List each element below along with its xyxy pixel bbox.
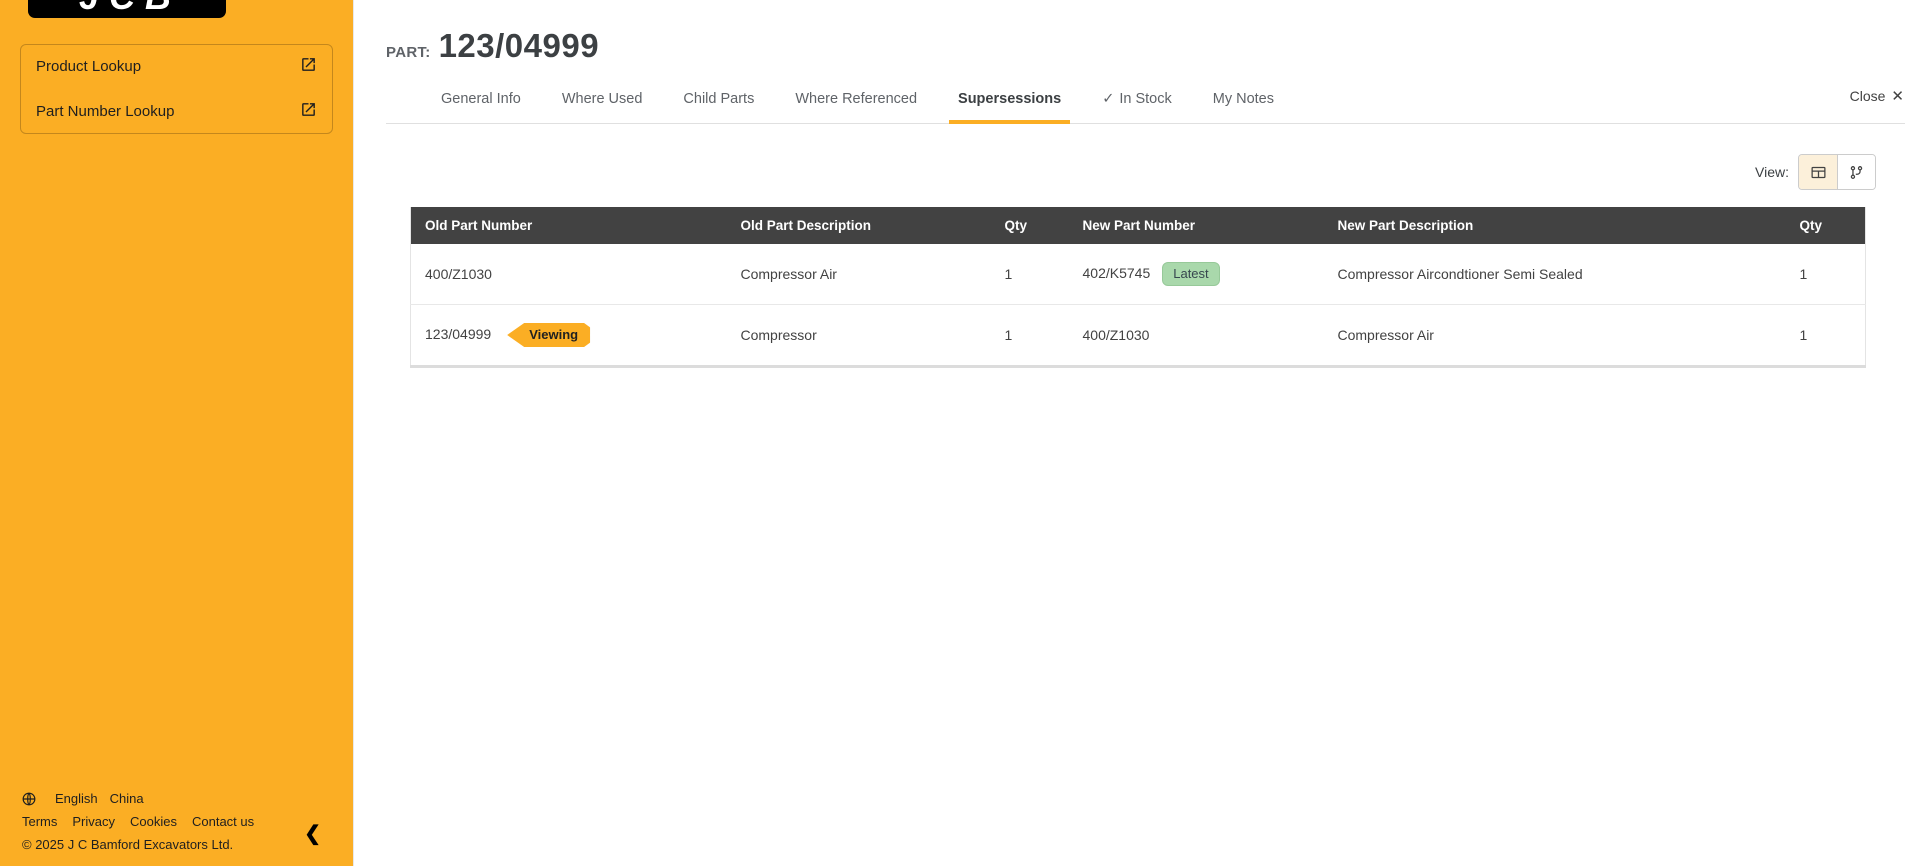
table-view-icon (1810, 166, 1826, 178)
tab-where-used[interactable]: Where Used (562, 81, 643, 123)
view-toggle-group (1798, 154, 1876, 190)
qty-cell: 1 (1785, 244, 1866, 305)
jcb-logo: JCB (28, 0, 226, 18)
table-row: 400/Z1030 Compressor Air 1 402/K5745 Late… (410, 244, 1866, 305)
tab-general-info[interactable]: General Info (441, 81, 521, 123)
sidebar-footer: English China Terms Privacy Cookies Cont… (22, 783, 331, 852)
external-link-icon (300, 101, 317, 122)
tab-supersessions[interactable]: Supersessions (949, 81, 1071, 124)
app-window: JCB Product Lookup Part Number Lookup (0, 0, 1920, 866)
column-header-old-part-description: Old Part Description (726, 207, 991, 244)
viewing-badge: Viewing (507, 323, 590, 347)
qty-cell: 1 (990, 304, 1069, 367)
column-header-old-part-number: Old Part Number (410, 207, 727, 244)
terms-link[interactable]: Terms (22, 814, 57, 829)
sidebar-item-part-number-lookup[interactable]: Part Number Lookup (21, 90, 332, 133)
sidebar-item-product-lookup[interactable]: Product Lookup (21, 45, 332, 88)
sidebar-item-label: Product Lookup (36, 58, 142, 75)
tab-in-stock[interactable]: ✓ In Stock (1102, 81, 1172, 123)
globe-icon (22, 792, 36, 805)
external-link-icon (300, 56, 317, 77)
old-part-number-cell: 400/Z1030 (410, 244, 727, 305)
new-part-description-cell: Compressor Air (1323, 304, 1786, 367)
collapse-sidebar-icon[interactable]: ❮ (304, 824, 321, 844)
check-icon: ✓ (1102, 91, 1115, 107)
sidebar-item-label: Part Number Lookup (36, 103, 175, 120)
column-header-new-part-description: New Part Description (1323, 207, 1786, 244)
tree-view-button[interactable] (1837, 155, 1875, 189)
sidebar-nav: Product Lookup Part Number Lookup (20, 44, 333, 134)
part-header: PART: 123/04999 (355, 0, 1920, 65)
new-part-description-cell: Compressor Aircondtioner Semi Sealed (1323, 244, 1786, 305)
supersessions-table: Old Part Number Old Part Description Qty… (410, 207, 1866, 368)
part-label: PART: (386, 44, 431, 61)
contact-us-link[interactable]: Contact us (192, 814, 254, 829)
new-part-number-cell: 400/Z1030 (1068, 304, 1324, 367)
qty-cell: 1 (990, 244, 1069, 305)
main-content: PART: 123/04999 General Info Where Used … (355, 0, 1920, 866)
table-row: 123/04999 Viewing Compressor 1 400/Z1030 … (410, 304, 1866, 367)
table-view-button[interactable] (1799, 155, 1837, 189)
page-title-part-number: 123/04999 (438, 27, 600, 64)
new-part-number-cell: 402/K5745 Latest (1068, 244, 1324, 305)
close-icon: ✕ (1891, 88, 1904, 105)
old-part-description-cell: Compressor Air (726, 244, 991, 305)
cookies-link[interactable]: Cookies (130, 814, 177, 829)
region-link[interactable]: China (110, 791, 144, 806)
privacy-link[interactable]: Privacy (72, 814, 115, 829)
close-button[interactable]: Close ✕ (1850, 87, 1904, 105)
view-label: View: (1755, 164, 1789, 180)
table-header: Old Part Number Old Part Description Qty… (410, 207, 1866, 244)
old-part-number-cell: 123/04999 Viewing (410, 304, 727, 367)
column-header-qty: Qty (990, 207, 1069, 244)
tree-view-icon (1850, 165, 1863, 179)
tab-bar: General Info Where Used Child Parts Wher… (386, 81, 1905, 124)
qty-cell: 1 (1785, 304, 1866, 367)
language-link[interactable]: English (55, 791, 98, 806)
tab-where-referenced[interactable]: Where Referenced (795, 81, 917, 123)
sidebar: JCB Product Lookup Part Number Lookup (0, 0, 354, 866)
column-header-qty: Qty (1785, 207, 1866, 244)
tab-child-parts[interactable]: Child Parts (683, 81, 754, 123)
view-toggle-row: View: (355, 154, 1876, 190)
latest-badge: Latest (1162, 262, 1220, 286)
old-part-description-cell: Compressor (726, 304, 991, 367)
column-header-new-part-number: New Part Number (1068, 207, 1324, 244)
copyright-text: © 2025 J C Bamford Excavators Ltd. (22, 837, 234, 852)
tab-my-notes[interactable]: My Notes (1213, 81, 1274, 123)
